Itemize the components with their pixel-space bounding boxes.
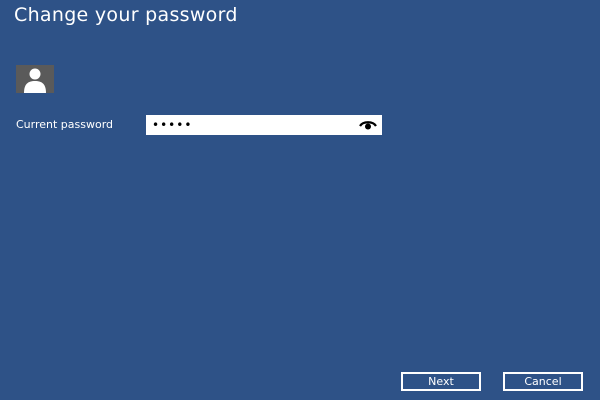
reveal-password-button[interactable] — [358, 117, 378, 133]
user-avatar — [16, 65, 54, 93]
user-silhouette-icon — [24, 68, 46, 93]
cancel-button[interactable]: Cancel — [503, 372, 583, 391]
next-button[interactable]: Next — [401, 372, 481, 391]
current-password-input[interactable] — [146, 115, 354, 135]
page-title: Change your password — [14, 4, 238, 26]
eye-icon — [359, 121, 377, 130]
current-password-label: Current password — [16, 118, 114, 131]
current-password-field[interactable] — [146, 115, 382, 135]
